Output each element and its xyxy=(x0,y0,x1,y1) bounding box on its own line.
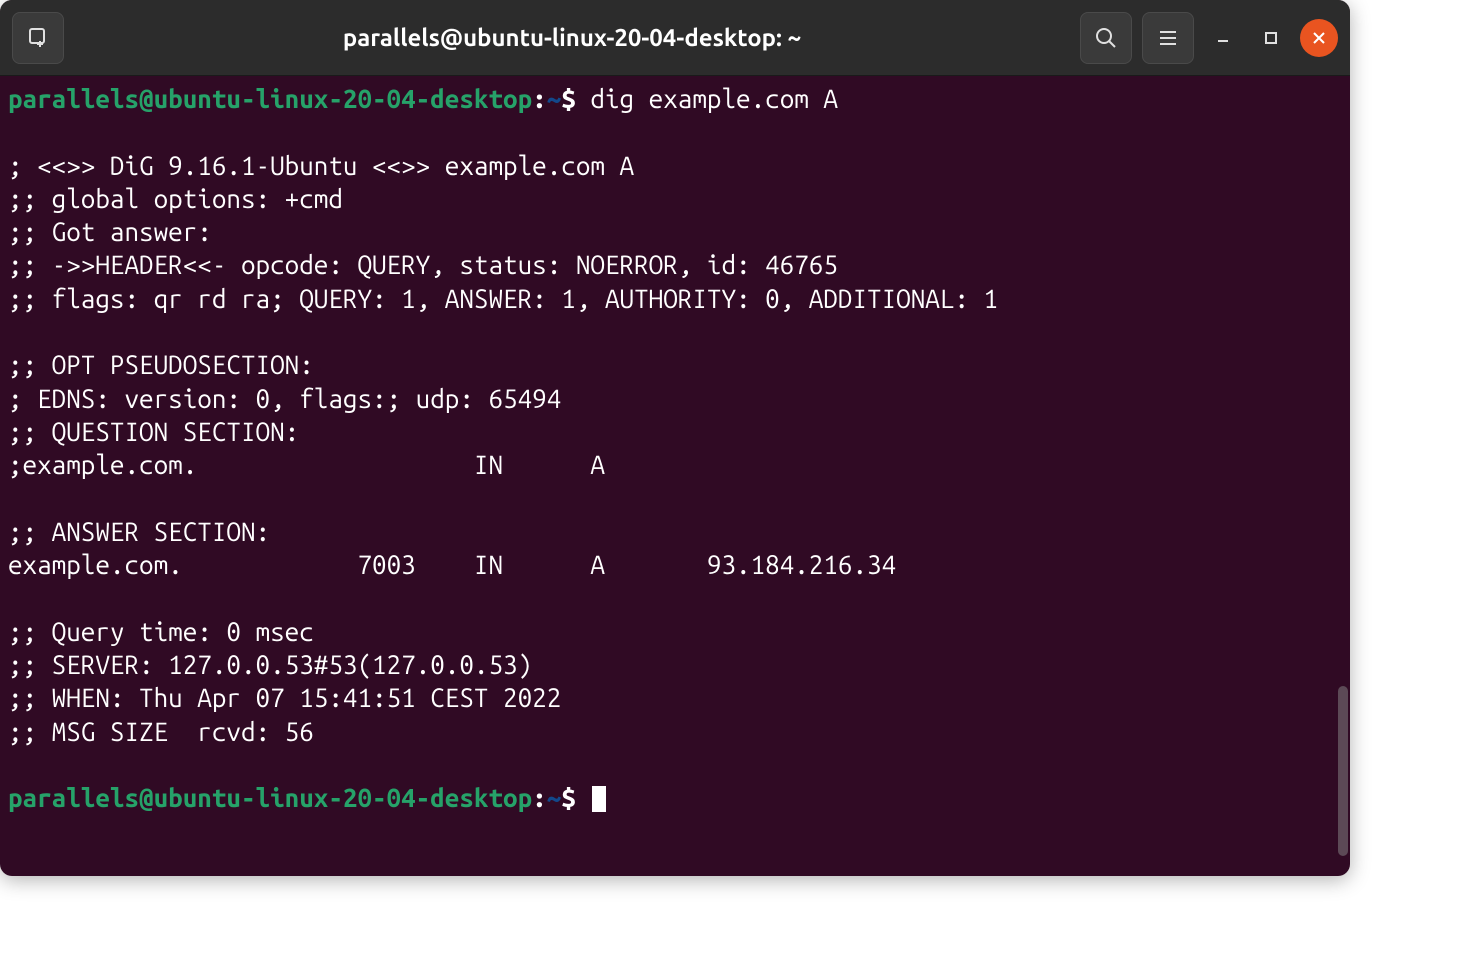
prompt-dollar-2: $ xyxy=(561,783,576,812)
menu-button[interactable] xyxy=(1142,12,1194,64)
search-icon xyxy=(1094,26,1118,50)
prompt-dollar: $ xyxy=(561,84,576,113)
titlebar-right-controls xyxy=(1080,12,1338,64)
terminal-body[interactable]: parallels@ubuntu-linux-20-04-desktop:~$ … xyxy=(0,76,1350,876)
output-line: ; <<>> DiG 9.16.1-Ubuntu <<>> example.co… xyxy=(8,151,634,180)
cursor xyxy=(592,786,606,812)
prompt-user-host-2: parallels@ubuntu-linux-20-04-desktop xyxy=(8,783,532,812)
new-tab-button[interactable] xyxy=(12,12,64,64)
prompt-path-2: ~ xyxy=(547,783,562,812)
command-text: dig example.com A xyxy=(590,84,838,113)
scrollbar[interactable] xyxy=(1338,686,1348,856)
hamburger-icon xyxy=(1156,26,1180,50)
output-line: ;example.com. IN A xyxy=(8,450,605,479)
maximize-button[interactable] xyxy=(1252,19,1290,57)
output-line: ;; ->>HEADER<<- opcode: QUERY, status: N… xyxy=(8,250,838,279)
output-line: ;; ANSWER SECTION: xyxy=(8,517,270,546)
maximize-icon xyxy=(1263,30,1279,46)
output-line: ;; Query time: 0 msec xyxy=(8,617,314,646)
search-button[interactable] xyxy=(1080,12,1132,64)
titlebar: parallels@ubuntu-linux-20-04-desktop: ~ xyxy=(0,0,1350,76)
output-line: ;; flags: qr rd ra; QUERY: 1, ANSWER: 1,… xyxy=(8,284,998,313)
minimize-icon xyxy=(1215,30,1231,46)
close-icon xyxy=(1311,30,1327,46)
new-tab-icon xyxy=(26,26,50,50)
output-line: ; EDNS: version: 0, flags:; udp: 65494 xyxy=(8,384,561,413)
output-line: ;; OPT PSEUDOSECTION: xyxy=(8,350,314,379)
output-line: ;; MSG SIZE rcvd: 56 xyxy=(8,717,314,746)
terminal-window: parallels@ubuntu-linux-20-04-desktop: ~ xyxy=(0,0,1350,876)
output-line: ;; Got answer: xyxy=(8,217,212,246)
prompt-path: ~ xyxy=(547,84,562,113)
output-line: example.com. 7003 IN A 93.184.216.34 xyxy=(8,550,896,579)
output-line: ;; WHEN: Thu Apr 07 15:41:51 CEST 2022 xyxy=(8,683,561,712)
output-line: ;; global options: +cmd xyxy=(8,184,343,213)
close-button[interactable] xyxy=(1300,19,1338,57)
prompt-colon-2: : xyxy=(532,783,547,812)
output-line: ;; QUESTION SECTION: xyxy=(8,417,299,446)
minimize-button[interactable] xyxy=(1204,19,1242,57)
prompt-colon: : xyxy=(532,84,547,113)
prompt-user-host: parallels@ubuntu-linux-20-04-desktop xyxy=(8,84,532,113)
window-title: parallels@ubuntu-linux-20-04-desktop: ~ xyxy=(74,24,1070,51)
output-line: ;; SERVER: 127.0.0.53#53(127.0.0.53) xyxy=(8,650,532,679)
